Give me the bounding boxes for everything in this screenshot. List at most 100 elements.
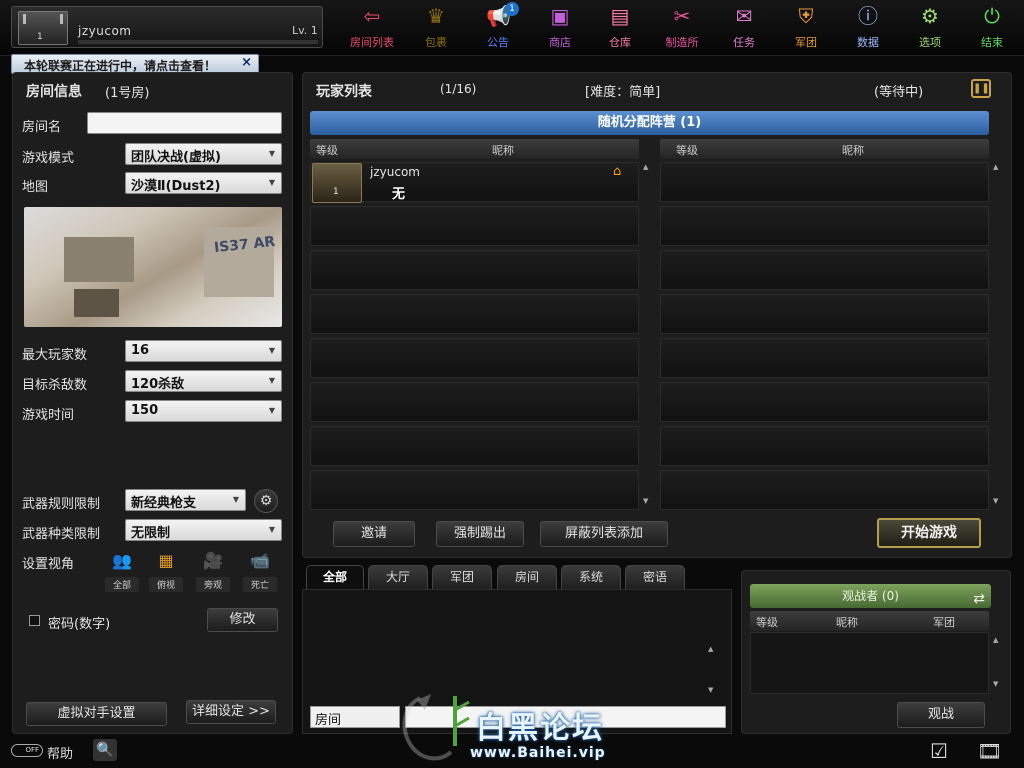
game-time-value: 150 <box>131 403 159 418</box>
nav-power[interactable]: ⏻ 结束 <box>963 4 1021 52</box>
password-checkbox[interactable] <box>29 615 40 626</box>
max-players-select[interactable]: 16 ▼ <box>125 340 282 362</box>
target-kills-select[interactable]: 120杀敌 ▼ <box>125 370 282 392</box>
room-status: (等待中) <box>874 85 924 100</box>
player-profile[interactable]: 1 jzyucom Lv. 1 <box>11 6 323 48</box>
league-notice[interactable]: 本轮联赛正在进行中，请点击查看！ × <box>11 54 259 74</box>
bot-settings-button[interactable]: 虚拟对手设置 <box>26 702 167 726</box>
view-all-button[interactable]: 👥 全部 <box>105 549 139 592</box>
game-mode-select[interactable]: 团队决战(虚拟) ▼ <box>125 143 282 165</box>
scroll-up-arrow[interactable]: ▲ <box>708 645 713 653</box>
player-slot[interactable] <box>660 426 989 466</box>
pause-icon[interactable]: ❚❚ <box>971 79 991 98</box>
player-clan: 无 <box>392 187 406 202</box>
scroll-up-arrow[interactable]: ▲ <box>643 163 648 171</box>
spectator-bar[interactable]: 观战者 (0) ⇄ <box>750 584 991 608</box>
close-icon[interactable]: × <box>241 55 252 70</box>
kick-button[interactable]: 强制踢出 <box>436 521 524 547</box>
player-slot[interactable] <box>310 206 639 246</box>
nav-mission[interactable]: ✉ 任务 <box>715 4 773 52</box>
view-death-button[interactable]: 📹 死亡 <box>243 549 277 592</box>
player-slot[interactable] <box>310 250 639 290</box>
view-spectate-button[interactable]: 🎥 旁观 <box>196 549 230 592</box>
player-slot[interactable] <box>310 382 639 422</box>
player-slot[interactable] <box>660 382 989 422</box>
scroll-up-arrow[interactable]: ▲ <box>993 636 998 644</box>
search-icon[interactable]: 🔍 <box>93 739 117 761</box>
nav-shop[interactable]: ▣ 商店 <box>531 4 589 52</box>
view-label: 设置视角 <box>22 557 75 572</box>
chat-tab[interactable]: 全部 <box>306 565 364 589</box>
weapon-type-select[interactable]: 无限制 ▼ <box>125 519 282 541</box>
nav-label: 制造所 <box>665 36 699 49</box>
swap-arrows-icon[interactable]: ⇄ <box>973 587 985 611</box>
random-team-bar[interactable]: 随机分配阵营 (1) <box>310 111 989 135</box>
player-slot[interactable] <box>660 250 989 290</box>
player-slot[interactable] <box>310 470 639 510</box>
player-slot[interactable] <box>310 338 639 378</box>
nav-megaphone[interactable]: 📢 公告 1 <box>469 2 527 52</box>
film-icon[interactable]: 🎞 <box>977 739 1002 763</box>
chat-channel-select[interactable]: 房间 <box>310 706 400 728</box>
player-name[interactable]: jzyucom <box>370 165 420 179</box>
player-slot[interactable] <box>660 162 989 202</box>
col-level: 等级 <box>676 144 698 157</box>
nav-craft[interactable]: ✂ 制造所 <box>653 4 711 52</box>
scroll-down-arrow[interactable]: ▼ <box>643 497 648 505</box>
player-slot[interactable] <box>660 470 989 510</box>
invite-button[interactable]: 邀请 <box>333 521 415 547</box>
help-toggle[interactable]: OFF <box>11 744 43 757</box>
chevron-down-icon: ▼ <box>268 149 275 158</box>
scroll-down-arrow[interactable]: ▼ <box>708 686 713 694</box>
scroll-down-arrow[interactable]: ▼ <box>993 497 998 505</box>
weapon-settings-gear-icon[interactable]: ⚙ <box>254 489 278 513</box>
nav-warehouse[interactable]: ▤ 仓库 <box>591 4 649 52</box>
player-slot[interactable] <box>660 338 989 378</box>
target-kills-value: 120杀敌 <box>131 377 185 392</box>
nav-label: 包裹 <box>425 36 447 49</box>
nav-gear[interactable]: ⚙ 选项 <box>901 4 959 52</box>
nav-clan[interactable]: ⛨ 军团 <box>777 4 835 52</box>
col-name: 昵称 <box>492 144 514 157</box>
calendar-check-icon[interactable]: ☑ <box>930 739 948 763</box>
scroll-up-arrow[interactable]: ▲ <box>993 163 998 171</box>
notification-badge: 1 <box>505 2 519 16</box>
player-slot[interactable] <box>310 294 639 334</box>
scroll-down-arrow[interactable]: ▼ <box>993 680 998 688</box>
detail-settings-button[interactable]: 详细设定 >> <box>186 700 276 724</box>
modify-password-button[interactable]: 修改 <box>207 608 278 632</box>
map-select[interactable]: 沙漠Ⅱ(Dust2) ▼ <box>125 172 282 194</box>
map-preview-image: IS37 AR <box>24 207 282 327</box>
warehouse-icon: ▤ <box>610 4 630 28</box>
col-name: 昵称 <box>842 144 864 157</box>
start-game-button[interactable]: 开始游戏 <box>877 518 981 548</box>
help-label[interactable]: 帮助 <box>47 743 73 762</box>
chevron-down-icon: ▼ <box>232 495 239 504</box>
chat-tab[interactable]: 系统 <box>561 565 621 589</box>
right-team-header: 等级 昵称 <box>660 139 989 159</box>
view-all-label: 全部 <box>105 577 139 592</box>
nav-crown[interactable]: ♛ 包裹 <box>407 4 465 52</box>
block-list-add-button[interactable]: 屏蔽列表添加 <box>540 521 668 547</box>
chat-tab[interactable]: 密语 <box>625 565 685 589</box>
game-time-label: 游戏时间 <box>22 408 75 423</box>
chat-tab[interactable]: 军团 <box>432 565 492 589</box>
max-players-value: 16 <box>131 343 150 358</box>
map-value: 沙漠Ⅱ(Dust2) <box>131 179 221 194</box>
player-slot[interactable] <box>660 294 989 334</box>
room-name-input[interactable] <box>87 112 282 134</box>
chevron-down-icon: ▼ <box>268 376 275 385</box>
weapon-rule-select[interactable]: 新经典枪支 ▼ <box>125 489 246 511</box>
nav-back-arrow[interactable]: ⇦ 房间列表 <box>343 4 401 52</box>
nav-label: 数据 <box>857 36 879 49</box>
chat-tab[interactable]: 大厅 <box>368 565 428 589</box>
view-top-button[interactable]: ▦ 俯视 <box>149 549 183 592</box>
nav-info[interactable]: ⓘ 数据 <box>839 4 897 52</box>
players-icon: 👥 <box>112 551 132 570</box>
chat-tab[interactable]: 房间 <box>497 565 557 589</box>
player-slot[interactable] <box>310 426 639 466</box>
camera-icon: 📹 <box>250 551 270 570</box>
spectate-button[interactable]: 观战 <box>897 702 985 728</box>
player-slot[interactable] <box>660 206 989 246</box>
game-time-select[interactable]: 150 ▼ <box>125 400 282 422</box>
